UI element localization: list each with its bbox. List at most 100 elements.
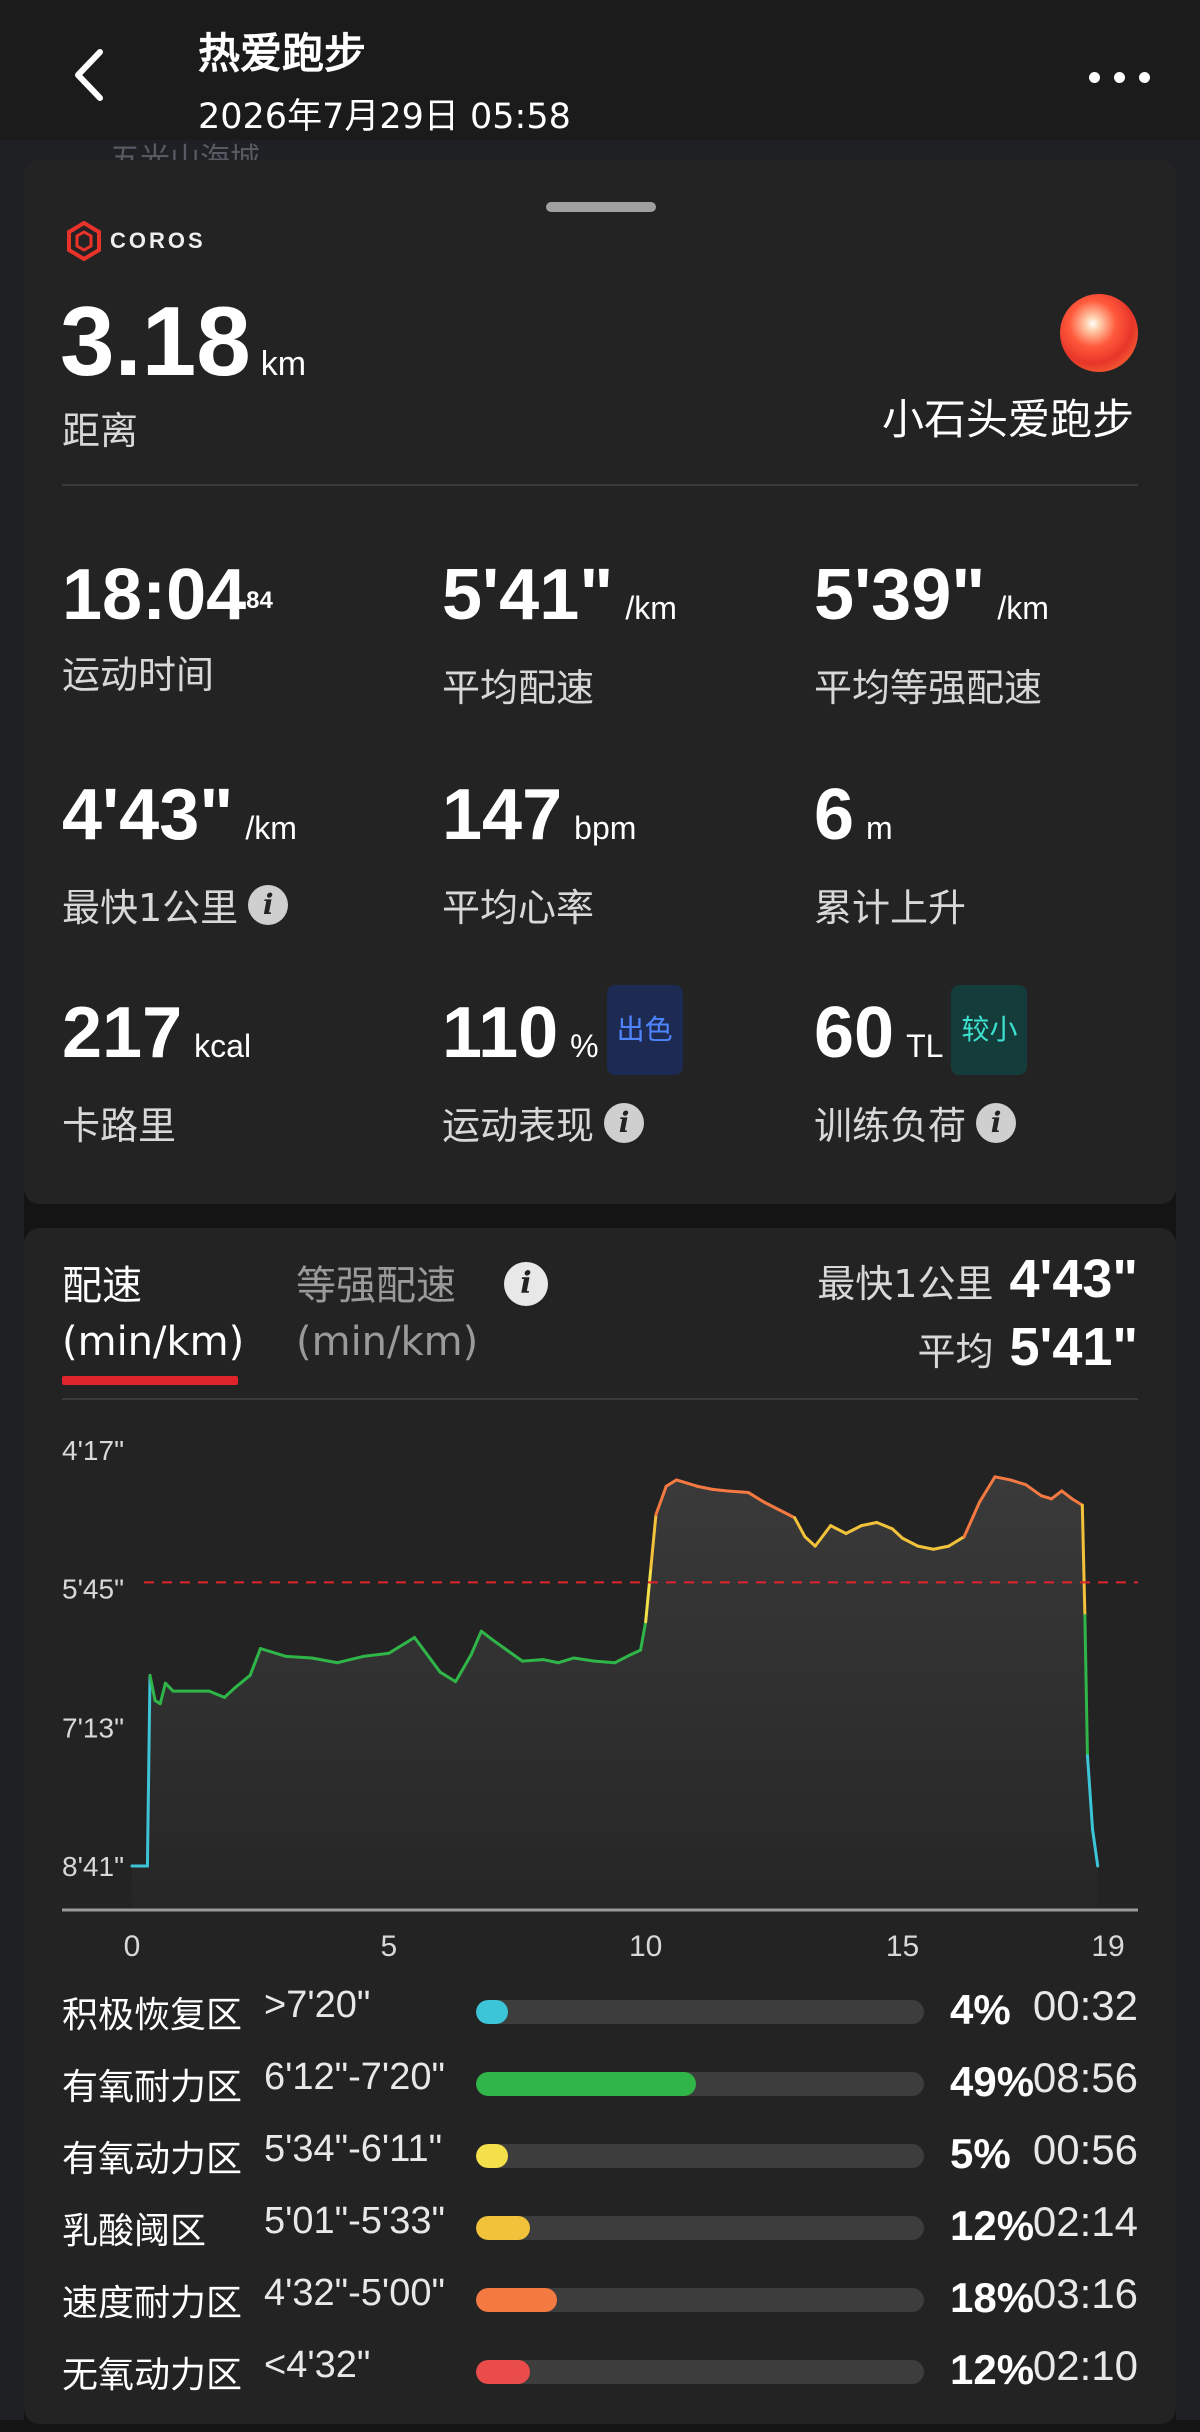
stat-item: 147 bpm 平均心率 — [442, 772, 636, 932]
y-tick-label: 5'45" — [62, 1574, 124, 1605]
tab-grade-adjusted-pace[interactable]: 等强配速 (min/km) — [296, 1258, 478, 1370]
zone-bar-fill — [476, 2144, 508, 2168]
pace-line-segment — [284, 1654, 314, 1660]
tab-pace-label: 配速 — [62, 1263, 142, 1309]
x-tick-label: 15 — [886, 1930, 919, 1963]
x-tick-label: 10 — [629, 1930, 662, 1963]
stat-unit: % — [570, 1028, 599, 1064]
zone-name: 速度耐力区 — [62, 2283, 243, 2324]
stat-item: 5'41" /km 平均配速 — [442, 552, 677, 712]
zone-duration: 02:10 — [1032, 2342, 1138, 2389]
pace-chart[interactable]: 4'17" 5'45" 7'13" 8'41" 0 5 10 15 19 — [24, 1408, 1176, 1968]
zone-percent: 12% — [950, 2346, 1035, 2393]
zone-bar-track — [476, 2144, 924, 2168]
stat-number: 217 — [62, 993, 183, 1073]
fastest-km-label: 最快1公里 — [817, 1262, 994, 1306]
stat-number: 18:04 — [62, 555, 247, 635]
divider — [62, 484, 1138, 486]
fastest-km-row: 最快1公里 4'43" — [817, 1248, 1138, 1310]
y-tick-label: 7'13" — [62, 1712, 124, 1743]
stat-number: 5'41" — [442, 555, 614, 635]
zone-pace-range: 5'01"-5'33" — [264, 2200, 445, 2242]
stat-label: 累计上升 — [814, 886, 967, 930]
zone-bar-track — [476, 2360, 924, 2384]
info-icon[interactable]: i — [976, 1102, 1017, 1143]
zone-name: 无氧动力区 — [62, 2355, 243, 2396]
pace-zone-row: 积极恢复区 >7'20" 4% 00:32 — [24, 1978, 1176, 2050]
zone-bar-track — [476, 2288, 924, 2312]
stat-unit: m — [866, 810, 893, 846]
back-arrow-icon[interactable] — [62, 40, 122, 110]
tab-pace-unit: (min/km) — [62, 1319, 245, 1365]
zone-bar-fill — [476, 2000, 508, 2024]
top-bar: 热爱跑步 2026年7月29日 05:58 — [0, 0, 1200, 140]
pace-zone-row: 有氧动力区 5'34"-6'11" 5% 00:56 — [24, 2122, 1176, 2194]
avatar[interactable] — [1060, 294, 1138, 372]
stat-label: 平均配速 — [442, 666, 595, 710]
zone-percent: 5% — [950, 2130, 1011, 2177]
stat-number: 6 — [814, 775, 855, 855]
stat-item: 217 kcal 卡路里 — [62, 990, 251, 1150]
stat-hundredths: 84 — [246, 587, 273, 614]
pace-zone-row: 乳酸阈区 5'01"-5'33" 12% 02:14 — [24, 2194, 1176, 2266]
info-icon[interactable]: i — [504, 1262, 548, 1306]
average-pace-value: 5'41" — [1009, 1317, 1138, 1377]
stat-value: 5'41" /km — [442, 552, 677, 651]
tab-gap-label: 等强配速 — [296, 1263, 456, 1309]
stat-label: 运动时间 — [62, 653, 215, 697]
stat-unit: /km — [997, 590, 1049, 626]
stat-item: 4'43" /km 最快1公里 i — [62, 772, 297, 932]
stat-value: 217 kcal — [62, 990, 251, 1089]
zone-pace-range: 6'12"-7'20" — [264, 2056, 445, 2098]
pace-line-segment — [592, 1659, 617, 1665]
pace-line-segment — [520, 1658, 545, 1663]
stat-unit: TL — [906, 1028, 944, 1064]
pace-area — [132, 1476, 1098, 1908]
activity-datetime: 2026年7月29日 05:58 — [198, 97, 571, 137]
zone-name: 有氧耐力区 — [62, 2067, 243, 2108]
zone-pace-range: <4'32" — [264, 2344, 371, 2386]
stat-value: 18:0484 — [62, 552, 273, 638]
stat-label: 平均心率 — [442, 886, 595, 930]
pace-line-segment — [726, 1489, 750, 1495]
stat-number: 110 — [442, 993, 559, 1073]
stat-number: 60 — [814, 993, 895, 1073]
brand-logo: COROS — [66, 220, 206, 262]
rating-badge: 较小 — [951, 984, 1028, 1075]
info-icon[interactable]: i — [248, 884, 289, 925]
drag-handle[interactable] — [546, 202, 656, 212]
username[interactable]: 小石头爱跑步 — [882, 386, 1134, 447]
x-tick-label: 0 — [124, 1930, 141, 1963]
zone-duration: 00:56 — [1032, 2126, 1138, 2173]
zone-percent: 18% — [950, 2274, 1035, 2321]
zone-name: 有氧动力区 — [62, 2139, 243, 2180]
stat-value: 60 TL 较小 — [814, 984, 1028, 1089]
fastest-km-value: 4'43" — [1009, 1249, 1138, 1309]
info-icon[interactable]: i — [604, 1102, 645, 1143]
stat-label: 卡路里 — [62, 1104, 177, 1148]
zone-bar-track — [476, 2072, 924, 2096]
pace-chart-card: 配速 (min/km) 等强配速 (min/km) i 最快1公里 4'43" … — [24, 1228, 1176, 2424]
zone-bar-track — [476, 2000, 924, 2024]
stat-label: 训练负荷 i — [814, 1095, 1027, 1150]
stat-number: 5'39" — [814, 555, 986, 635]
tab-gap-unit: (min/km) — [296, 1319, 479, 1365]
stat-value: 110% 出色 — [442, 984, 683, 1089]
tab-pace[interactable]: 配速 (min/km) — [62, 1258, 244, 1370]
activity-summary-card: COROS 3.18 km 距离 小石头爱跑步 18:0484 运动时间 5'41" /… — [24, 160, 1176, 1204]
x-tick-label: 19 — [1091, 1930, 1124, 1963]
stat-value: 147 bpm — [442, 772, 636, 871]
distance-unit: km — [260, 345, 307, 383]
zone-name: 积极恢复区 — [62, 1995, 243, 2036]
zone-bar-fill — [476, 2288, 557, 2312]
active-tab-indicator — [62, 1376, 238, 1385]
zone-bar-track — [476, 2216, 924, 2240]
brand-name: COROS — [110, 228, 206, 253]
distance-label: 距离 — [62, 409, 139, 453]
zone-duration: 02:14 — [1032, 2198, 1138, 2245]
more-options-icon[interactable] — [1085, 54, 1155, 98]
stat-value: 6m — [814, 772, 966, 871]
zone-bar-fill — [476, 2072, 696, 2096]
zone-percent: 12% — [950, 2202, 1035, 2249]
map-background-right — [1176, 180, 1200, 2420]
